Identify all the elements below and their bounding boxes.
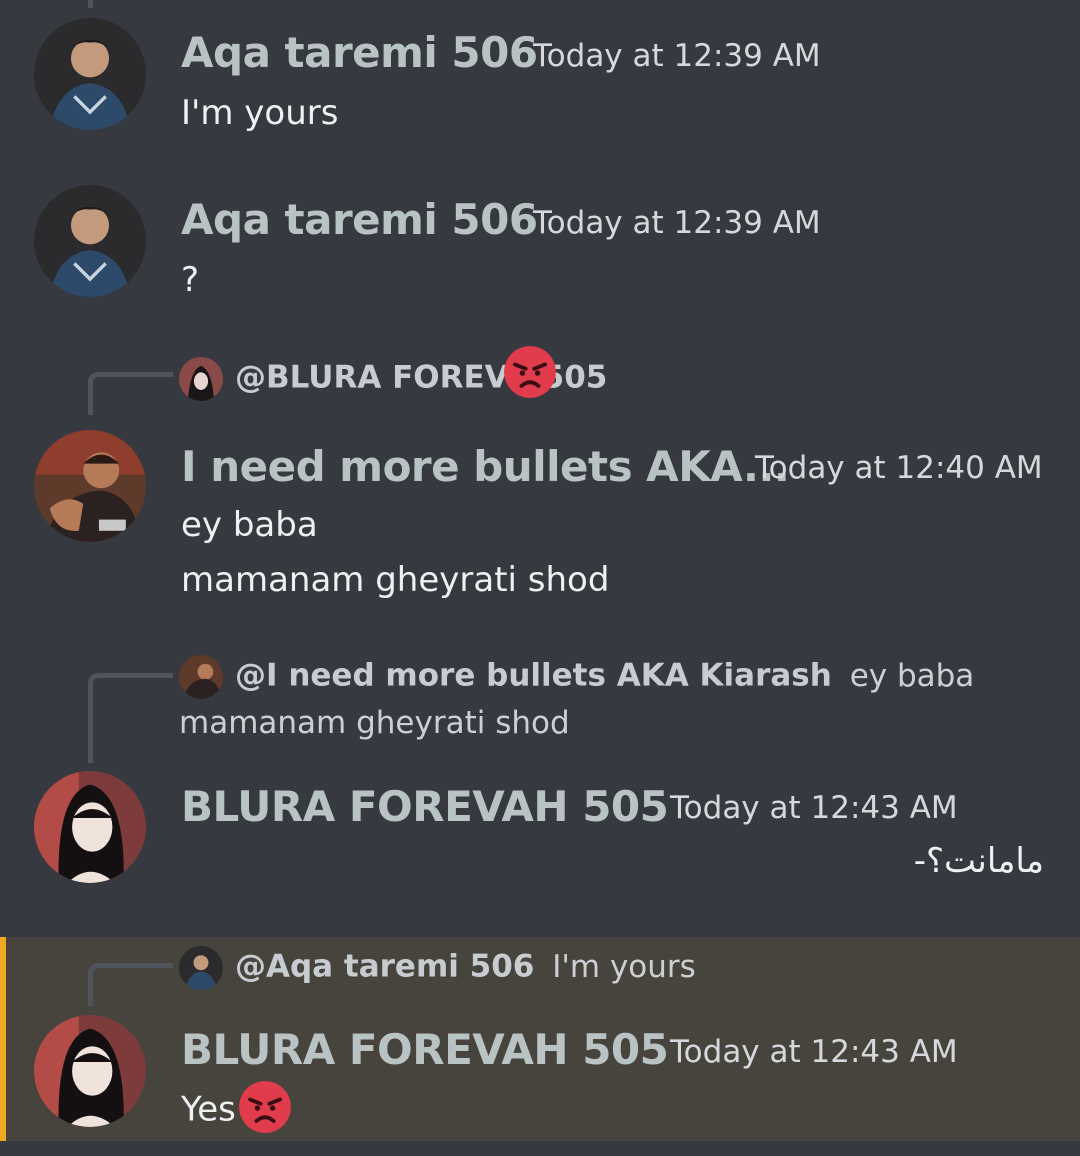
message-text: Yes (181, 1089, 236, 1130)
author-name[interactable]: Aqa taremi 506 (181, 28, 538, 77)
timestamp: Today at 12:43 AM (670, 790, 958, 826)
message-text: ? (181, 260, 200, 300)
reply-mention[interactable]: @Aqa taremi 506 (235, 949, 534, 985)
reply-connector (88, 372, 173, 415)
angry-face-icon (238, 1080, 292, 1134)
timestamp: Today at 12:43 AM (670, 1034, 958, 1070)
message-text-row: Yes (181, 1081, 292, 1138)
message-text: mamanam gheyrati shod (181, 560, 610, 600)
reply-preview[interactable]: @I need more bullets AKA Kiarash ey baba (179, 655, 974, 699)
avatar[interactable] (34, 185, 146, 297)
thread-connector-line (88, 0, 93, 8)
reply-text: I'm yours (552, 948, 696, 985)
avatar[interactable] (34, 430, 146, 542)
reply-preview[interactable]: @Aqa taremi 506 I'm yours (179, 946, 696, 990)
author-name[interactable]: Aqa taremi 506 (181, 195, 538, 244)
timestamp: Today at 12:39 AM (533, 205, 821, 241)
reply-text-line2: mamanam gheyrati shod (179, 705, 570, 741)
angry-face-icon (503, 345, 557, 399)
reply-avatar (179, 655, 223, 699)
reply-avatar (179, 357, 223, 401)
avatar[interactable] (34, 1015, 146, 1127)
reply-text: ey baba (849, 657, 975, 694)
reply-mention[interactable]: @BLURA FOREV (235, 360, 509, 396)
author-name[interactable]: BLURA FOREVAH 505 (181, 1025, 669, 1074)
message-text: I'm yours (181, 93, 339, 133)
reply-connector (88, 673, 173, 763)
reply-connector (88, 963, 173, 1006)
timestamp: Today at 12:39 AM (533, 38, 821, 74)
reply-avatar (179, 946, 223, 990)
author-name[interactable]: BLURA FOREVAH 505 (181, 782, 669, 831)
reply-mention[interactable]: @I need more bullets AKA Kiarash (235, 658, 832, 694)
author-name[interactable]: I need more bullets AKA... (181, 442, 790, 491)
reply-preview[interactable]: @BLURA FOREV 505 (179, 346, 607, 401)
avatar[interactable] (34, 18, 146, 130)
message-text: ey baba (181, 505, 318, 545)
avatar[interactable] (34, 771, 146, 883)
message-text: مامانت؟- (913, 841, 1044, 881)
timestamp: Today at 12:40 AM (755, 450, 1043, 486)
